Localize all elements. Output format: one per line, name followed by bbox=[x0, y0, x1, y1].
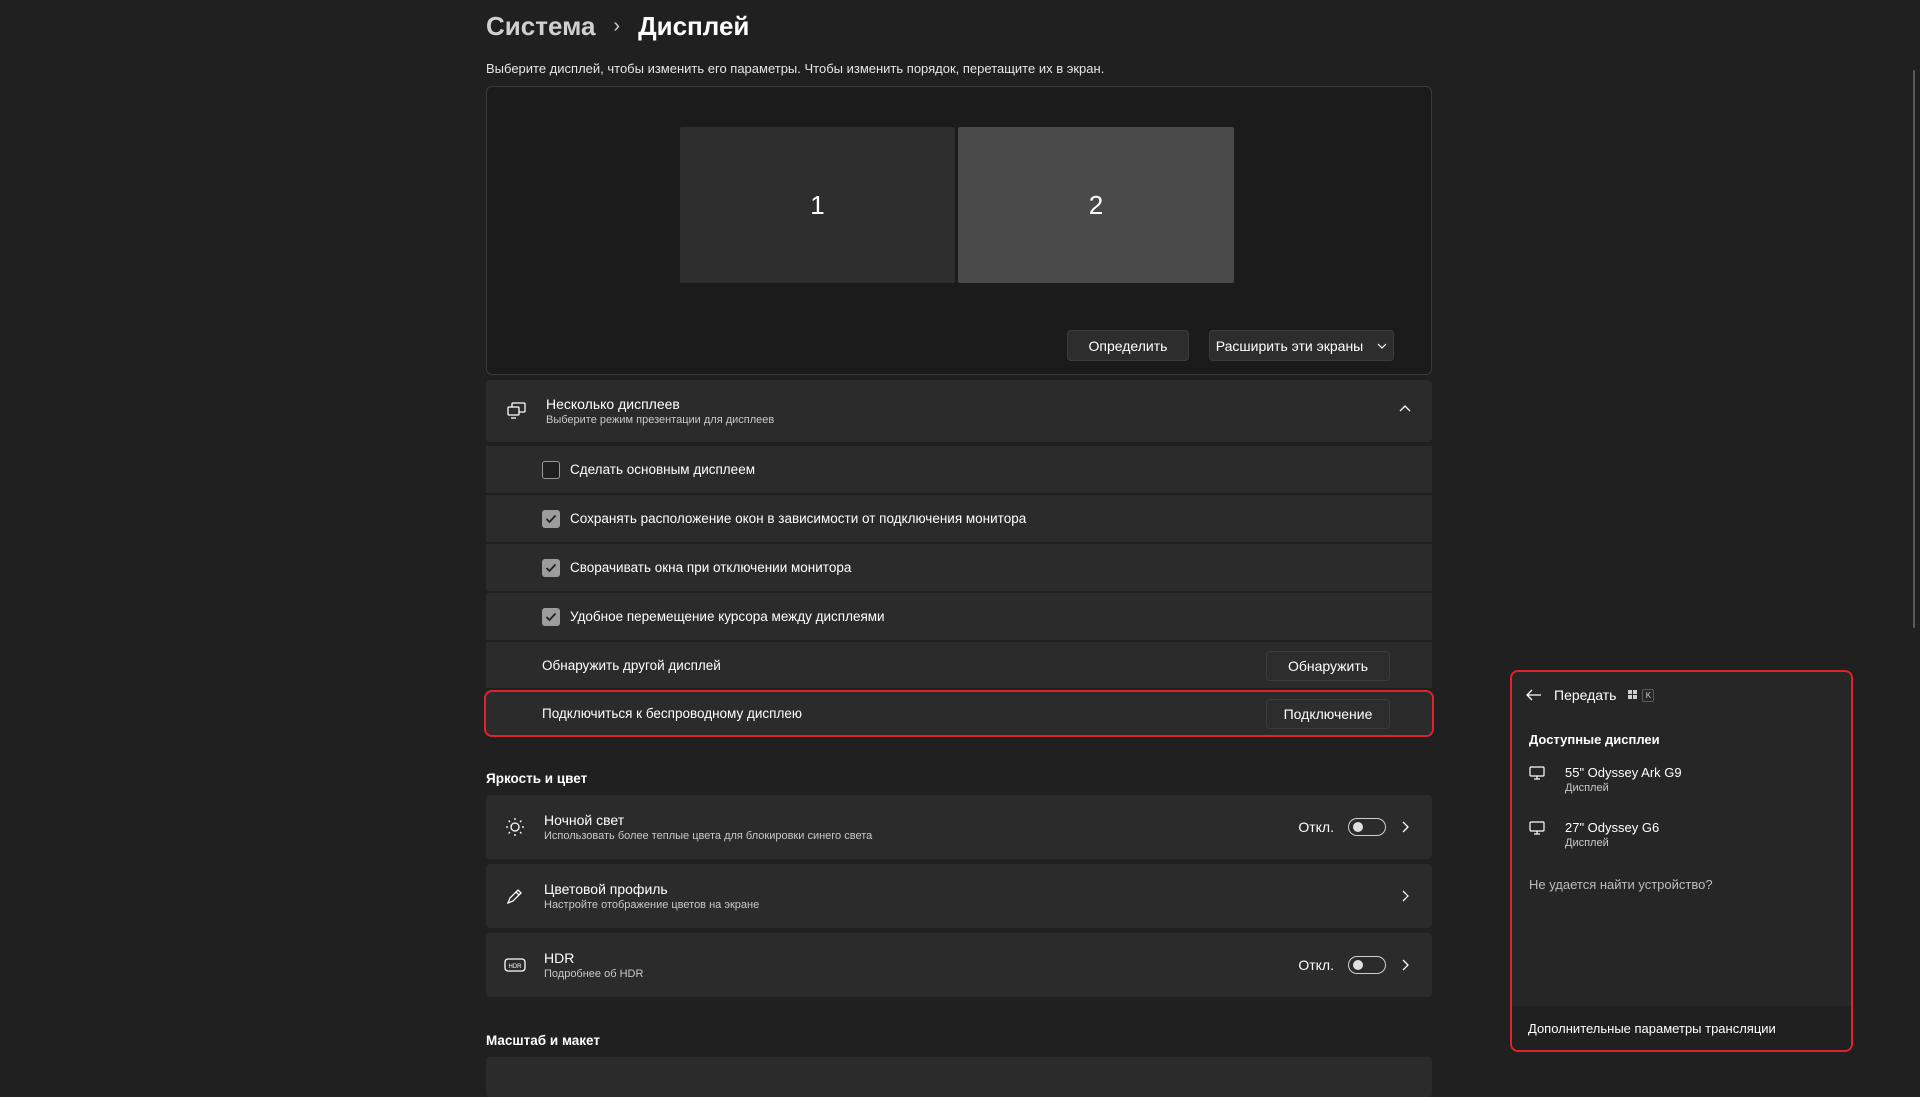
color-profile-subtitle: Настройте отображение цветов на экране bbox=[544, 899, 760, 911]
toggle-knob bbox=[1353, 822, 1363, 832]
checkmark-icon bbox=[545, 514, 557, 523]
breadcrumb-system-link[interactable]: Система bbox=[486, 11, 595, 42]
remember-windows-checkbox[interactable] bbox=[542, 509, 560, 528]
multiple-displays-subtitle: Выберите режим презентации для дисплеев bbox=[546, 414, 775, 426]
detect-display-label: Обнаружить другой дисплей bbox=[542, 657, 721, 673]
monitor-2-number: 2 bbox=[1088, 189, 1104, 220]
hdr-icon: HDR bbox=[502, 957, 528, 973]
cant-find-device-link[interactable]: Не удается найти устройство? bbox=[1529, 877, 1713, 892]
device-name: 55" Odyssey Ark G9 bbox=[1565, 765, 1682, 780]
device-type: Дисплей bbox=[1565, 782, 1609, 794]
arrangement-instructions: Выберите дисплей, чтобы изменить его пар… bbox=[486, 61, 1105, 76]
device-type: Дисплей bbox=[1565, 837, 1609, 849]
minimize-windows-checkbox[interactable] bbox=[542, 558, 560, 577]
multiple-displays-title: Несколько дисплеев bbox=[546, 396, 680, 412]
option-make-main-display[interactable]: Сделать основным дисплеем bbox=[486, 446, 1432, 493]
svg-text:HDR: HDR bbox=[509, 964, 523, 970]
night-light-title: Ночной свет bbox=[544, 812, 625, 828]
toggle-knob bbox=[1353, 960, 1363, 970]
color-profile-setting[interactable]: Цветовой профиль Настройте отображение ц… bbox=[486, 864, 1432, 928]
make-main-checkbox[interactable] bbox=[542, 460, 560, 479]
cursor-movement-label: Удобное перемещение курсора между диспле… bbox=[570, 609, 885, 624]
night-light-toggle[interactable] bbox=[1348, 818, 1386, 836]
device-item[interactable]: 55" Odyssey Ark G9 Дисплей bbox=[1529, 765, 1682, 794]
pen-icon bbox=[502, 886, 528, 906]
night-light-state: Откл. bbox=[1298, 819, 1334, 835]
monitor-1-number: 1 bbox=[810, 189, 825, 220]
page-title: Дисплей bbox=[638, 10, 750, 41]
multiple-displays-icon bbox=[504, 402, 530, 420]
minimize-windows-label: Сворачивать окна при отключении монитора bbox=[570, 560, 852, 575]
sun-icon bbox=[502, 817, 528, 837]
extend-displays-select[interactable]: Расширить эти экраны bbox=[1209, 330, 1394, 361]
hdr-state: Откл. bbox=[1298, 957, 1334, 973]
hdr-setting[interactable]: HDR HDR Подробнее об HDR Откл. bbox=[486, 933, 1432, 997]
option-minimize-windows[interactable]: Сворачивать окна при отключении монитора bbox=[486, 544, 1432, 591]
display-arrangement-area: 1 2 Определить Расширить эти экраны bbox=[486, 86, 1432, 375]
chevron-right-icon bbox=[1402, 959, 1409, 971]
hdr-toggle[interactable] bbox=[1348, 956, 1386, 974]
cast-flyout-panel: Передать K Доступные дисплеи 55" Odyssey… bbox=[1510, 670, 1853, 1052]
windows-key-icon bbox=[1628, 690, 1638, 699]
breadcrumb: Система › Дисплей bbox=[486, 6, 749, 46]
page-scrollbar[interactable] bbox=[1913, 70, 1915, 628]
cursor-movement-checkbox[interactable] bbox=[542, 607, 560, 626]
connect-button[interactable]: Подключение bbox=[1266, 699, 1390, 729]
identify-button[interactable]: Определить bbox=[1067, 330, 1189, 361]
checkmark-icon bbox=[545, 612, 557, 621]
multiple-displays-header[interactable]: Несколько дисплеев Выберите режим презен… bbox=[486, 380, 1432, 442]
wireless-display-label: Подключиться к беспроводному дисплею bbox=[542, 706, 802, 721]
scale-setting-partial[interactable] bbox=[486, 1057, 1432, 1097]
cast-header: Передать K bbox=[1526, 687, 1655, 703]
detect-button[interactable]: Обнаружить bbox=[1266, 651, 1390, 681]
color-profile-title: Цветовой профиль bbox=[544, 881, 668, 897]
option-remember-windows[interactable]: Сохранять расположение окон в зависимост… bbox=[486, 495, 1432, 542]
cast-shortcut: K bbox=[1628, 688, 1655, 702]
more-cast-settings-link[interactable]: Дополнительные параметры трансляции bbox=[1528, 1021, 1776, 1036]
chevron-right-icon bbox=[1402, 821, 1409, 833]
checkmark-icon bbox=[545, 563, 557, 572]
brightness-section-title: Яркость и цвет bbox=[486, 771, 588, 786]
cast-title: Передать bbox=[1554, 687, 1617, 703]
back-arrow-icon[interactable] bbox=[1526, 689, 1542, 701]
hdr-title: HDR bbox=[544, 950, 575, 966]
available-displays-title: Доступные дисплеи bbox=[1529, 732, 1660, 747]
device-item[interactable]: 27" Odyssey G6 Дисплей bbox=[1529, 820, 1659, 849]
monitor-1-tile[interactable]: 1 bbox=[680, 127, 955, 283]
make-main-label: Сделать основным дисплеем bbox=[570, 462, 755, 477]
chevron-right-icon bbox=[1402, 890, 1409, 902]
breadcrumb-chevron-icon: › bbox=[613, 14, 621, 37]
chevron-down-icon bbox=[1377, 343, 1387, 349]
detect-display-row: Обнаружить другой дисплей Обнаружить bbox=[486, 642, 1432, 688]
hdr-more-link[interactable]: Подробнее об HDR bbox=[544, 968, 643, 980]
night-light-subtitle: Использовать более теплые цвета для блок… bbox=[544, 830, 873, 842]
monitor-icon bbox=[1529, 766, 1545, 780]
remember-windows-label: Сохранять расположение окон в зависимост… bbox=[570, 511, 1027, 526]
monitor-2-tile[interactable]: 2 bbox=[958, 127, 1234, 283]
chevron-up-icon[interactable] bbox=[1398, 402, 1412, 416]
night-light-setting[interactable]: Ночной свет Использовать более теплые цв… bbox=[486, 795, 1432, 859]
wireless-display-row: Подключиться к беспроводному дисплею Под… bbox=[484, 690, 1434, 737]
cast-footer: Дополнительные параметры трансляции bbox=[1512, 1006, 1851, 1050]
scale-section-title: Масштаб и макет bbox=[486, 1033, 600, 1048]
device-name: 27" Odyssey G6 bbox=[1565, 820, 1660, 835]
shortcut-key: K bbox=[1642, 688, 1655, 702]
extend-displays-value: Расширить эти экраны bbox=[1215, 337, 1364, 354]
monitor-icon bbox=[1529, 821, 1545, 835]
option-cursor-movement[interactable]: Удобное перемещение курсора между диспле… bbox=[486, 593, 1432, 640]
